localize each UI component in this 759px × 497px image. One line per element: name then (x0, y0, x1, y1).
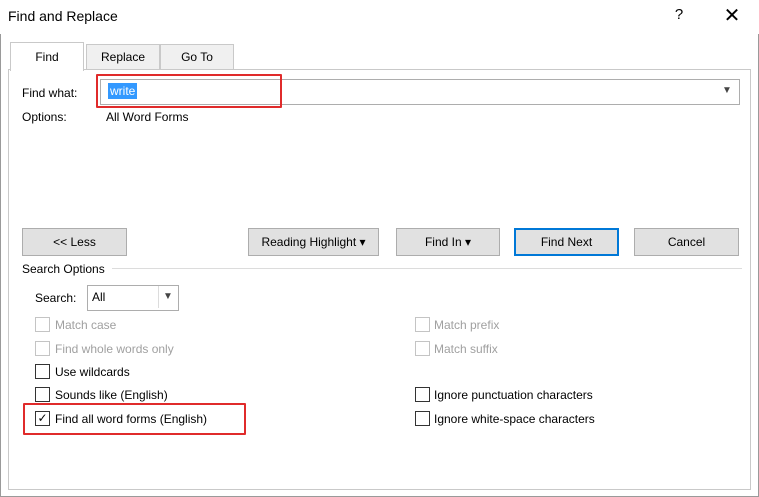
reading-highlight-button[interactable]: Reading Highlight ▾ (248, 228, 379, 256)
reading-highlight-label: Reading Highlight (261, 235, 357, 249)
options-value: All Word Forms (106, 110, 189, 124)
search-options-title: Search Options (22, 262, 105, 276)
match-case-checkbox[interactable] (35, 317, 50, 332)
match-suffix-label: Match suffix (434, 342, 498, 356)
close-button[interactable]: ✕ (718, 3, 746, 29)
use-wildcards-label: Use wildcards (55, 365, 130, 379)
find-in-button[interactable]: Find In ▾ (396, 228, 500, 256)
find-next-label: Find Next (540, 235, 593, 249)
find-what-highlight-box (96, 74, 282, 108)
search-options-divider (112, 268, 742, 269)
sounds-like-checkbox[interactable] (35, 387, 50, 402)
tab-find-label: Find (35, 50, 59, 64)
tab-replace[interactable]: Replace (86, 44, 160, 69)
sounds-like-label: Sounds like (English) (55, 388, 168, 402)
search-label: Search: (35, 291, 77, 305)
use-wildcards-checkbox[interactable] (35, 364, 50, 379)
ignore-whitespace-label: Ignore white-space characters (434, 412, 595, 426)
find-next-button[interactable]: Find Next (514, 228, 619, 256)
ignore-punctuation-label: Ignore punctuation characters (434, 388, 593, 402)
help-button[interactable]: ? (668, 6, 690, 26)
find-in-dropdown-icon: ▾ (465, 235, 472, 249)
ignore-whitespace-checkbox[interactable] (415, 411, 430, 426)
reading-highlight-dropdown-icon: ▾ (359, 235, 366, 249)
find-what-dropdown-icon[interactable]: ▼ (718, 81, 736, 101)
match-prefix-checkbox[interactable] (415, 317, 430, 332)
ignore-punctuation-checkbox[interactable] (415, 387, 430, 402)
less-button[interactable]: << Less (22, 228, 127, 256)
search-direction-dropdown-icon[interactable]: ▼ (158, 286, 177, 308)
find-in-label: Find In (424, 235, 462, 249)
options-label: Options: (22, 110, 67, 124)
find-all-word-forms-highlight-box (23, 403, 246, 435)
cancel-button[interactable]: Cancel (634, 228, 739, 256)
find-what-label: Find what: (22, 86, 78, 100)
match-prefix-label: Match prefix (434, 318, 500, 332)
tab-go-to[interactable]: Go To (160, 44, 234, 69)
match-case-label: Match case (55, 318, 117, 332)
whole-words-checkbox[interactable] (35, 341, 50, 356)
tab-find[interactable]: Find (10, 42, 84, 71)
search-direction-value[interactable]: All (92, 290, 105, 304)
dialog-title: Find and Replace (8, 8, 118, 24)
match-suffix-checkbox[interactable] (415, 341, 430, 356)
whole-words-label: Find whole words only (55, 342, 174, 356)
cancel-label: Cancel (667, 235, 706, 249)
tab-go-to-label: Go To (181, 50, 213, 64)
less-button-label: << Less (53, 235, 96, 249)
tab-replace-label: Replace (100, 50, 146, 64)
